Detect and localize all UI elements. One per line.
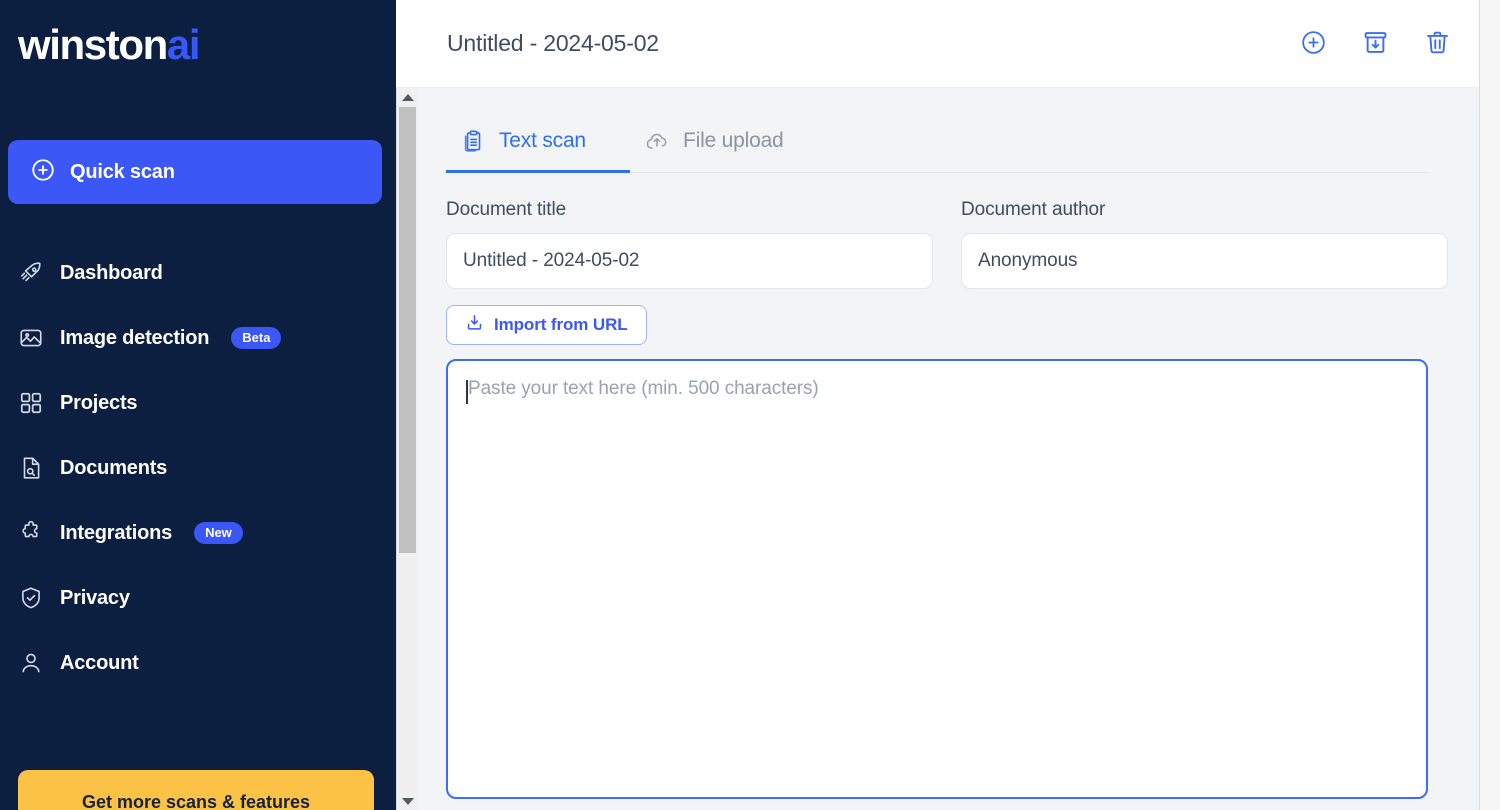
sidebar-scrollbar[interactable]: [396, 88, 418, 810]
sidebar-item-dashboard[interactable]: Dashboard: [0, 252, 396, 294]
topbar: Untitled - 2024-05-02: [396, 0, 1500, 88]
main-content: Untitled - 2024-05-02 Text scan File upl…: [396, 0, 1500, 810]
upload-box-icon: [465, 313, 484, 337]
new-scan-button[interactable]: [1296, 27, 1330, 61]
sidebar-item-label: Integrations: [60, 521, 173, 544]
scroll-up-arrow-icon[interactable]: [397, 88, 418, 106]
trash-icon: [1424, 29, 1451, 59]
sidebar-item-documents[interactable]: Documents: [0, 447, 396, 489]
scroll-down-arrow-icon[interactable]: [397, 792, 418, 810]
sidebar-nav: Dashboard Image detection Beta Projects …: [0, 252, 396, 707]
text-caret: [466, 380, 468, 404]
sidebar: winstonai Quick scan Dashboard Image det…: [0, 0, 396, 810]
document-title-label: Document title: [446, 199, 567, 220]
upgrade-cta-label: Get more scans & features: [81, 791, 311, 810]
tab-label: File upload: [683, 129, 784, 152]
shield-check-icon: [18, 585, 44, 611]
page-title: Untitled - 2024-05-02: [447, 30, 659, 56]
document-fields: Document title Document author: [446, 199, 1448, 289]
import-from-url-button[interactable]: Import from URL: [446, 305, 647, 345]
puzzle-icon: [18, 520, 44, 546]
sidebar-item-label: Documents: [60, 456, 168, 479]
scan-textarea-placeholder: Paste your text here (min. 500 character…: [468, 378, 819, 399]
scan-panel: Text scan File upload Document title Unt…: [396, 88, 1500, 799]
sidebar-item-label: Account: [60, 651, 139, 674]
sidebar-item-account[interactable]: Account: [0, 642, 396, 684]
sidebar-item-label: Image detection: [60, 326, 210, 349]
archive-download-icon: [1362, 29, 1389, 59]
quick-scan-label: Quick scan: [70, 160, 175, 183]
quick-scan-button[interactable]: Quick scan: [8, 140, 382, 204]
tab-bar: Text scan File upload: [446, 116, 1428, 173]
scrollbar-thumb[interactable]: [399, 107, 416, 553]
sidebar-item-privacy[interactable]: Privacy: [0, 577, 396, 619]
user-icon: [18, 650, 44, 676]
sidebar-item-label: Dashboard: [60, 261, 163, 284]
image-icon: [18, 325, 44, 351]
clipboard-list-icon: [460, 128, 486, 154]
text-input-area: Paste your text here (min. 500 character…: [446, 359, 1428, 799]
tab-label: Text scan: [499, 129, 586, 152]
page-scrollbar[interactable]: [1479, 0, 1500, 810]
upgrade-cta-button[interactable]: Get more scans & features: [18, 770, 374, 810]
document-author-input[interactable]: [961, 233, 1448, 289]
import-from-url-label: Import from URL: [494, 315, 628, 334]
tab-file-upload[interactable]: File upload: [630, 116, 814, 172]
app-window: winstonai Quick scan Dashboard Image det…: [0, 0, 1500, 810]
rocket-icon: [18, 260, 44, 286]
document-author-field: Document author: [961, 199, 1448, 289]
scan-textarea[interactable]: Paste your text here (min. 500 character…: [446, 359, 1428, 799]
document-title-input[interactable]: [446, 233, 933, 289]
plus-circle-icon: [1300, 29, 1327, 59]
document-title-field: Document title: [446, 199, 933, 289]
sidebar-item-label: Privacy: [60, 586, 130, 609]
sidebar-item-projects[interactable]: Projects: [0, 382, 396, 424]
sidebar-item-label: Projects: [60, 391, 138, 414]
tab-text-scan[interactable]: Text scan: [446, 116, 630, 173]
document-search-icon: [18, 455, 44, 481]
sidebar-item-integrations[interactable]: Integrations New: [0, 512, 396, 554]
download-button[interactable]: [1358, 27, 1392, 61]
brand-suffix: ai: [166, 21, 201, 68]
topbar-actions: [1296, 27, 1454, 61]
sidebar-item-image-detection[interactable]: Image detection Beta: [0, 317, 396, 359]
status-badge: Beta: [231, 327, 282, 349]
delete-button[interactable]: [1420, 27, 1454, 61]
brand-logo[interactable]: winstonai: [0, 0, 396, 68]
status-badge: New: [194, 522, 243, 544]
plus-circle-icon: [30, 157, 56, 188]
cloud-upload-icon: [644, 128, 670, 154]
brand-name: winston: [18, 21, 168, 68]
document-author-label: Document author: [961, 199, 1106, 220]
grid-icon: [18, 390, 44, 416]
